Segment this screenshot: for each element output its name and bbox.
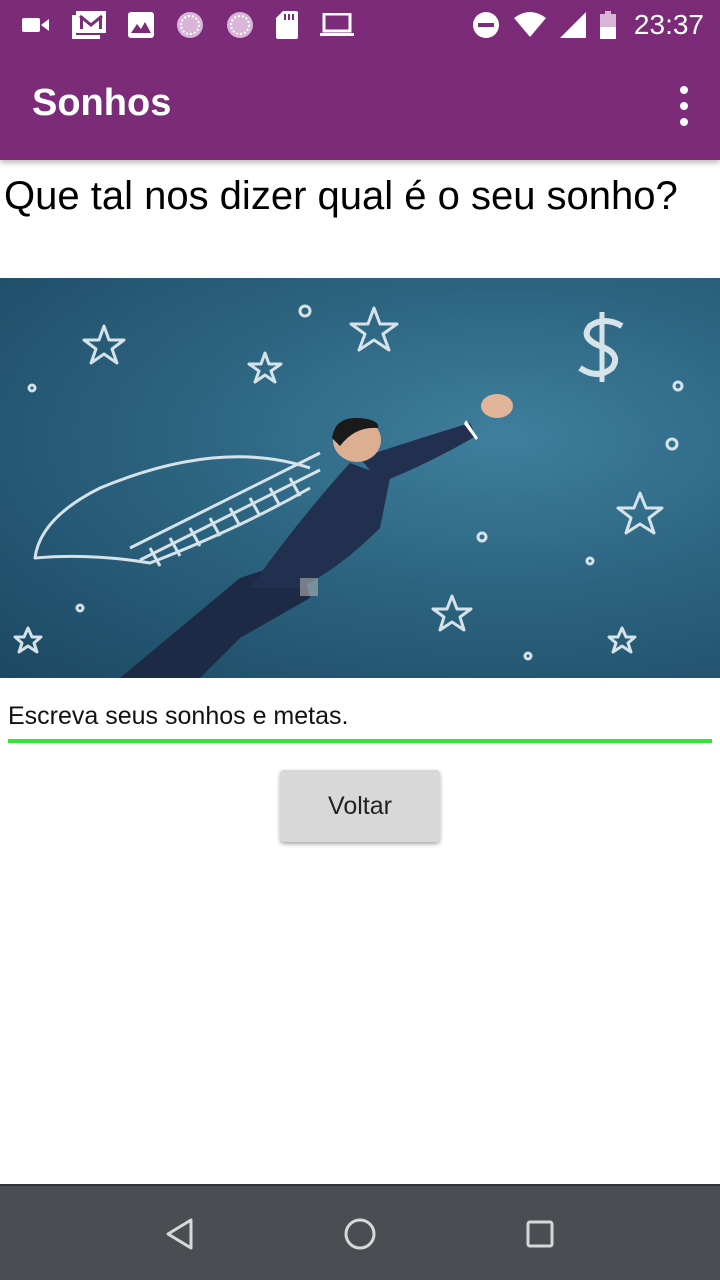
sync-icon (226, 11, 254, 39)
navigation-bar (0, 1184, 720, 1280)
more-vert-icon[interactable] (676, 86, 692, 126)
dream-input[interactable]: Escreva seus sonhos e metas. (8, 702, 712, 731)
recents-square-icon[interactable] (492, 1186, 588, 1280)
back-button[interactable]: Voltar (280, 770, 440, 842)
signal-icon (559, 12, 586, 38)
clock: 23:37 (633, 9, 704, 40)
notification-icons (22, 11, 376, 39)
battery-icon (599, 11, 616, 39)
back-triangle-icon[interactable] (132, 1186, 228, 1280)
system-icons: 23:37 (458, 9, 704, 41)
dream-input-underline (8, 739, 712, 743)
home-circle-icon[interactable] (312, 1186, 408, 1280)
wifi-icon (513, 12, 546, 38)
do-not-disturb-icon (472, 11, 500, 39)
flying-businessman-chalkboard-image (0, 278, 720, 678)
laptop-icon (320, 13, 354, 37)
app-bar: Sonhos (0, 50, 720, 160)
video-camera-icon (22, 15, 50, 35)
gmail-icon (72, 11, 106, 39)
sd-card-icon (276, 11, 298, 39)
app-title: Sonhos (32, 82, 172, 124)
question-heading: Que tal nos dizer qual é o seu sonho? (4, 174, 678, 218)
gallery-icon (128, 12, 154, 38)
sync-icon (176, 11, 204, 39)
status-bar: 23:37 (0, 0, 720, 50)
